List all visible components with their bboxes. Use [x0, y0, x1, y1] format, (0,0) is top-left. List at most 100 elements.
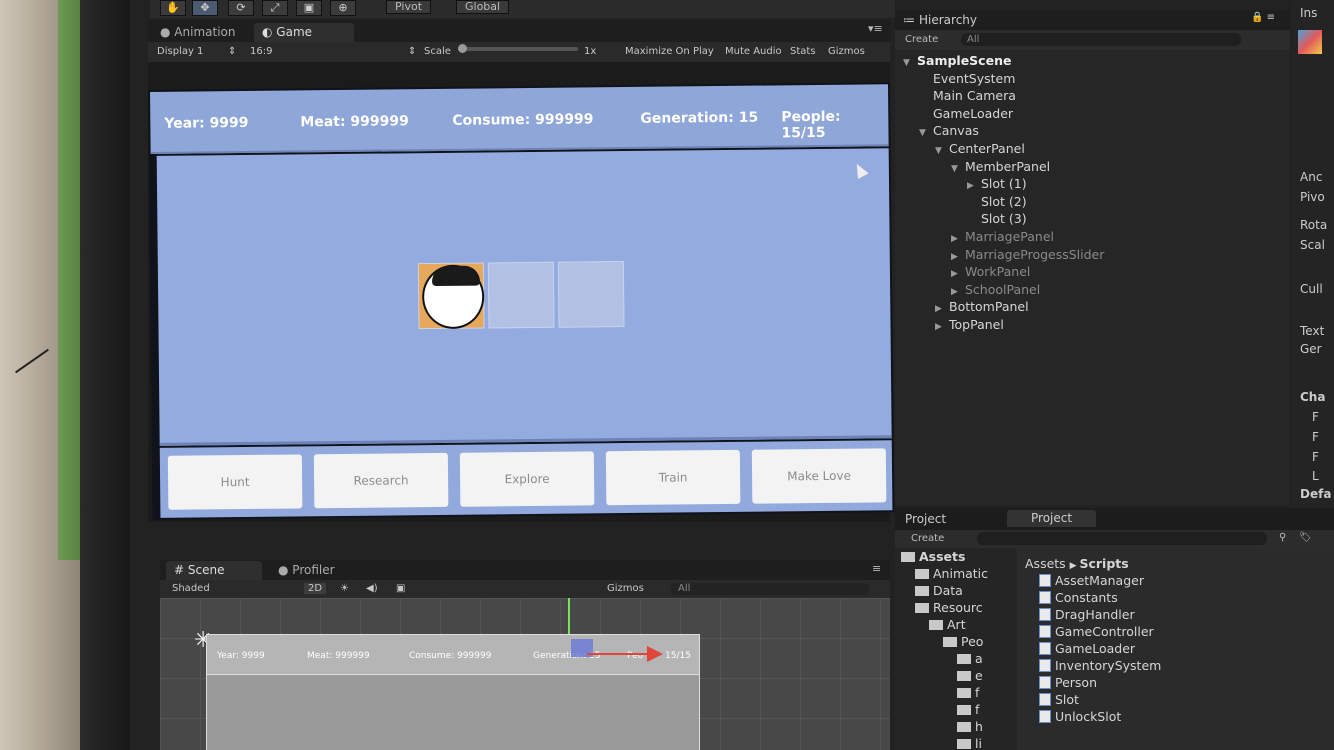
scene-view[interactable]: ✳ Year: 9999 Meat: 999999 Consume: 99999…: [160, 598, 890, 750]
project-filter-icon[interactable]: ⚲: [1279, 532, 1286, 543]
project-search-input[interactable]: [977, 532, 1267, 545]
scale-slider-handle[interactable]: [458, 44, 467, 53]
hierarchy-item[interactable]: Slot (2): [967, 193, 1027, 211]
rect-icon[interactable]: ▣: [296, 0, 322, 16]
hierarchy-item[interactable]: ▶ TopPanel: [935, 316, 1004, 334]
hierarchy-item[interactable]: ▼ Canvas: [919, 122, 979, 140]
bottom-panel: Hunt Research Explore Train Make Love: [159, 440, 893, 518]
breadcrumb-scripts[interactable]: Scripts: [1079, 556, 1128, 571]
expand-arrow-icon[interactable]: ▼: [919, 124, 933, 142]
folder-item[interactable]: e: [895, 667, 1015, 684]
scene-menu-icon[interactable]: ≡: [872, 562, 881, 575]
hierarchy-menu-icon[interactable]: 🔒 ≡: [1251, 12, 1275, 23]
hunt-button[interactable]: Hunt: [167, 454, 303, 510]
hierarchy-item[interactable]: ▶ MarriageProgessSlider: [951, 246, 1104, 264]
folder-item[interactable]: Peo: [895, 633, 1015, 650]
folder-item[interactable]: f: [895, 684, 1015, 701]
folder-icon: [915, 603, 929, 613]
scale-icon[interactable]: ⤢: [262, 0, 288, 16]
tab-animation[interactable]: ● Animation: [152, 23, 243, 42]
research-button[interactable]: Research: [313, 452, 449, 509]
hierarchy-item[interactable]: ▶ BottomPanel: [935, 298, 1029, 316]
pivot-button[interactable]: Pivot: [386, 0, 432, 14]
x-axis-gizmo[interactable]: [587, 653, 651, 655]
lighting-icon[interactable]: ☀: [340, 583, 349, 594]
hierarchy-item[interactable]: ▼ MemberPanel: [951, 158, 1050, 176]
hierarchy-item[interactable]: Slot (3): [967, 210, 1027, 228]
slot-2[interactable]: [487, 261, 555, 329]
slot-3[interactable]: [557, 261, 625, 328]
tab-scene[interactable]: # Scene: [166, 561, 262, 580]
tab-project-1[interactable]: Project: [905, 512, 946, 526]
expand-arrow-icon[interactable]: ▼: [903, 54, 917, 72]
hierarchy-item[interactable]: EventSystem: [919, 70, 1015, 88]
transform-icon[interactable]: ⊕: [330, 0, 356, 16]
2d-toggle[interactable]: 2D: [304, 583, 327, 594]
expand-arrow-icon[interactable]: ▼: [935, 142, 949, 160]
tab-project-2[interactable]: Project: [1007, 510, 1097, 527]
mute-audio-toggle[interactable]: Mute Audio: [725, 46, 782, 57]
script-file-item[interactable]: AssetManager: [1039, 572, 1334, 589]
hierarchy-item[interactable]: ▼ SampleScene: [903, 52, 1011, 70]
explore-button[interactable]: Explore: [459, 451, 595, 507]
tab-profiler[interactable]: ● Profiler: [270, 561, 343, 580]
hierarchy-tab[interactable]: ≔ Hierarchy 🔒 ≡: [895, 10, 1290, 30]
script-file-item[interactable]: Constants: [1039, 589, 1334, 606]
script-file-item[interactable]: InventorySystem: [1039, 657, 1334, 674]
hierarchy-item[interactable]: GameLoader: [919, 105, 1013, 123]
folder-item[interactable]: Data: [895, 582, 1015, 599]
hierarchy-item[interactable]: Main Camera: [919, 87, 1016, 105]
effects-icon[interactable]: ▣: [396, 583, 405, 594]
script-file-item[interactable]: GameLoader: [1039, 640, 1334, 657]
person-face-icon[interactable]: [421, 264, 485, 330]
folder-item[interactable]: h: [895, 718, 1015, 735]
project-create-button[interactable]: Create: [911, 533, 944, 544]
script-file-item[interactable]: Slot: [1039, 691, 1334, 708]
global-button[interactable]: Global: [456, 0, 510, 14]
folder-item[interactable]: Animatic: [895, 565, 1015, 582]
folder-item[interactable]: li: [895, 735, 1015, 750]
tab-game[interactable]: ◐ Game: [254, 23, 354, 42]
script-file-item[interactable]: Person: [1039, 674, 1334, 691]
folder-item[interactable]: f: [895, 701, 1015, 718]
hierarchy-create-button[interactable]: Create: [905, 34, 938, 45]
script-file-icon: [1039, 608, 1051, 621]
breadcrumb-assets[interactable]: Assets: [1025, 556, 1066, 571]
display-select[interactable]: Display 1: [157, 46, 203, 57]
scale-slider[interactable]: [458, 47, 578, 51]
project-label-icon[interactable]: 🏷: [1299, 532, 1312, 543]
script-file-item[interactable]: GameController: [1039, 623, 1334, 640]
scene-search-input[interactable]: [670, 583, 870, 595]
script-file-item[interactable]: DragHandler: [1039, 606, 1334, 623]
folder-item[interactable]: Resourc: [895, 599, 1015, 616]
move-icon[interactable]: ✥: [192, 0, 218, 16]
script-files: AssetManager Constants DragHandler GameCont…: [1017, 572, 1334, 725]
hierarchy-item[interactable]: ▶ MarriagePanel: [951, 228, 1054, 246]
gizmos-dropdown[interactable]: Gizmos: [828, 46, 865, 57]
expand-arrow-icon[interactable]: ▼: [951, 160, 965, 178]
stats-toggle[interactable]: Stats: [790, 46, 816, 57]
hierarchy-item[interactable]: ▶ SchoolPanel: [951, 281, 1040, 299]
aspect-select[interactable]: 16:9: [250, 46, 272, 57]
hand-icon[interactable]: ✋: [160, 0, 186, 16]
folder-item[interactable]: a: [895, 650, 1015, 667]
expand-arrow-icon[interactable]: ▶: [935, 318, 949, 336]
rotate-icon[interactable]: ⟳: [228, 0, 254, 16]
make-love-button[interactable]: Make Love: [751, 448, 887, 504]
tab-menu-icon[interactable]: ▾≡: [868, 22, 883, 35]
script-file-item[interactable]: UnlockSlot: [1039, 708, 1334, 725]
slot-1[interactable]: [417, 262, 485, 330]
maximize-on-play-toggle[interactable]: Maximize On Play: [625, 46, 714, 57]
folder-item[interactable]: Art: [895, 616, 1015, 633]
hierarchy-search-input[interactable]: [961, 33, 1241, 46]
folder-item[interactable]: Assets: [895, 548, 1015, 565]
hierarchy-item[interactable]: ▶ WorkPanel: [951, 263, 1030, 281]
x-axis-arrow-icon[interactable]: [647, 646, 663, 662]
scene-people-count: 15/15: [665, 651, 691, 661]
scene-gizmos-dropdown[interactable]: Gizmos: [607, 583, 644, 594]
train-button[interactable]: Train: [605, 449, 741, 506]
shading-dropdown[interactable]: Shaded: [172, 583, 210, 594]
audio-icon[interactable]: ◀): [366, 583, 378, 594]
hierarchy-item[interactable]: ▶ Slot (1): [967, 175, 1027, 193]
hierarchy-item[interactable]: ▼ CenterPanel: [935, 140, 1025, 158]
